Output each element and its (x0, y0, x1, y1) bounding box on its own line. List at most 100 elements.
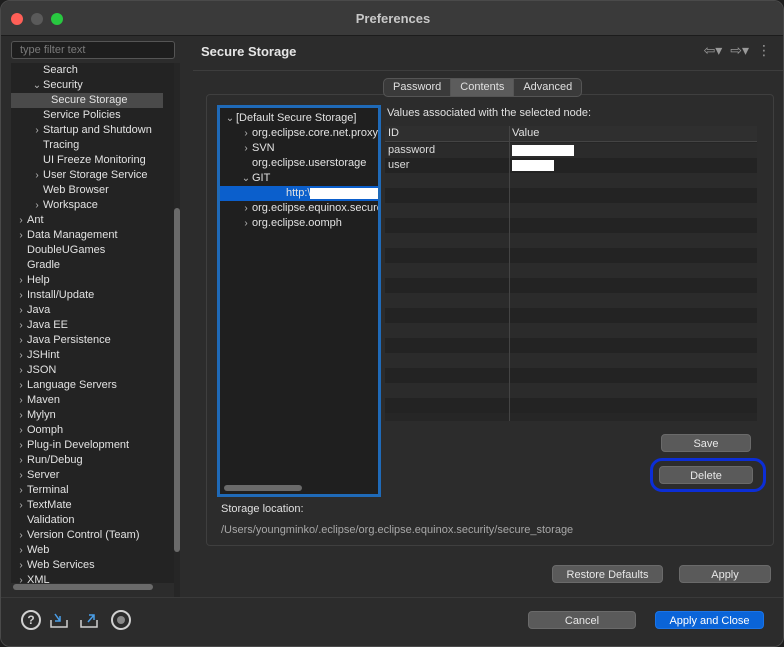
table-row[interactable] (385, 323, 757, 338)
sidebar-item-java[interactable]: › Java (15, 303, 50, 318)
table-row[interactable] (385, 293, 757, 308)
node-tree-item[interactable]: › org.eclipse.oomph (240, 216, 342, 231)
chevron-right-icon[interactable]: › (240, 201, 252, 216)
sidebar-horizontal-scrollbar[interactable] (13, 584, 153, 590)
table-row[interactable] (385, 188, 757, 203)
chevron-right-icon[interactable]: › (240, 126, 252, 141)
node-tree-item[interactable]: › SVN (240, 141, 274, 156)
table-row[interactable] (385, 383, 757, 398)
chevron-right-icon[interactable]: › (15, 348, 27, 363)
sidebar-item-security[interactable]: ⌄ Security (31, 78, 83, 93)
chevron-right-icon[interactable]: › (15, 438, 27, 453)
table-row[interactable] (385, 203, 757, 218)
filter-input[interactable]: type filter text (11, 41, 175, 59)
sidebar-item-version-control-team[interactable]: › Version Control (Team) (15, 528, 139, 543)
table-row[interactable] (385, 353, 757, 368)
table-row[interactable] (385, 248, 757, 263)
node-tree-item[interactable]: › org.eclipse.core.net.proxy (240, 126, 378, 141)
table-row[interactable] (385, 308, 757, 323)
sidebar-item-xml[interactable]: › XML (15, 573, 49, 583)
sidebar-item-validation[interactable]: Validation (15, 513, 75, 528)
sidebar-item-help[interactable]: › Help (15, 273, 49, 288)
sidebar-item-jshint[interactable]: › JSHint (15, 348, 59, 363)
chevron-right-icon[interactable]: › (15, 498, 27, 513)
chevron-right-icon[interactable]: › (15, 453, 27, 468)
sidebar-item-gradle[interactable]: Gradle (15, 258, 60, 273)
table-row[interactable] (385, 278, 757, 293)
import-icon[interactable] (49, 610, 69, 630)
chevron-down-icon[interactable]: ⌄ (240, 171, 252, 186)
table-row[interactable] (385, 368, 757, 383)
chevron-right-icon[interactable]: › (15, 423, 27, 438)
node-tree-item[interactable]: ⌄ [Default Secure Storage] (224, 111, 357, 126)
chevron-right-icon[interactable]: › (15, 393, 27, 408)
chevron-right-icon[interactable]: › (15, 213, 27, 228)
cancel-button[interactable]: Cancel (528, 611, 636, 629)
tab-advanced[interactable]: Advanced (514, 79, 581, 96)
chevron-right-icon[interactable]: › (15, 543, 27, 558)
help-icon[interactable]: ? (21, 610, 41, 630)
chevron-right-icon[interactable]: › (15, 558, 27, 573)
chevron-right-icon[interactable]: › (15, 333, 27, 348)
table-row[interactable] (385, 173, 757, 188)
sidebar-item-ui-freeze-monitoring[interactable]: UI Freeze Monitoring (31, 153, 146, 168)
node-tree-item[interactable]: http:\ (256, 186, 378, 201)
apply-button[interactable]: Apply (679, 565, 771, 583)
table-row[interactable] (385, 338, 757, 353)
chevron-right-icon[interactable]: › (15, 228, 27, 243)
table-row[interactable]: user (385, 158, 757, 173)
sidebar-item-user-storage-service[interactable]: › User Storage Service (31, 168, 147, 183)
tab-contents[interactable]: Contents (451, 79, 515, 96)
sidebar-item-workspace[interactable]: › Workspace (31, 198, 98, 213)
chevron-right-icon[interactable]: › (15, 273, 27, 288)
sidebar-item-web-services[interactable]: › Web Services (15, 558, 94, 573)
chevron-right-icon[interactable]: › (15, 528, 27, 543)
export-icon[interactable] (79, 610, 99, 630)
chevron-right-icon[interactable]: › (15, 573, 27, 583)
sidebar-item-doubleugames[interactable]: DoubleUGames (15, 243, 105, 258)
chevron-right-icon[interactable]: › (15, 483, 27, 498)
table-row[interactable] (385, 233, 757, 248)
save-button[interactable]: Save (661, 434, 751, 452)
sidebar-item-install-update[interactable]: › Install/Update (15, 288, 94, 303)
sidebar-item-java-ee[interactable]: › Java EE (15, 318, 68, 333)
chevron-right-icon[interactable]: › (15, 318, 27, 333)
chevron-down-icon[interactable]: ⌄ (31, 78, 43, 93)
sidebar-item-web-browser[interactable]: Web Browser (31, 183, 109, 198)
sidebar-item-secure-storage[interactable]: Secure Storage (39, 93, 127, 108)
node-tree-item[interactable]: org.eclipse.userstorage (240, 156, 366, 171)
record-icon[interactable] (111, 610, 131, 630)
sidebar-item-language-servers[interactable]: › Language Servers (15, 378, 117, 393)
forward-arrow-icon[interactable]: ⇨▾ (730, 42, 749, 59)
node-tree-horizontal-scrollbar[interactable] (224, 485, 302, 491)
chevron-right-icon[interactable]: › (15, 303, 27, 318)
scrollbar-thumb[interactable] (174, 208, 180, 552)
table-row[interactable] (385, 218, 757, 233)
delete-button[interactable]: Delete (659, 466, 753, 484)
table-row[interactable] (385, 263, 757, 278)
sidebar-item-tracing[interactable]: Tracing (31, 138, 79, 153)
chevron-right-icon[interactable]: › (240, 141, 252, 156)
back-arrow-icon[interactable]: ⇦▾ (703, 42, 722, 59)
restore-defaults-button[interactable]: Restore Defaults (552, 565, 663, 583)
chevron-right-icon[interactable]: › (31, 123, 43, 138)
sidebar-item-mylyn[interactable]: › Mylyn (15, 408, 55, 423)
chevron-right-icon[interactable]: › (31, 198, 43, 213)
sidebar-item-search[interactable]: Search (31, 63, 78, 78)
sidebar-item-service-policies[interactable]: Service Policies (31, 108, 121, 123)
sidebar-item-maven[interactable]: › Maven (15, 393, 60, 408)
chevron-right-icon[interactable]: › (31, 168, 43, 183)
sidebar-item-ant[interactable]: › Ant (15, 213, 43, 228)
sidebar-item-textmate[interactable]: › TextMate (15, 498, 71, 513)
chevron-right-icon[interactable]: › (240, 216, 252, 231)
chevron-down-icon[interactable]: ⌄ (224, 111, 236, 126)
apply-and-close-button[interactable]: Apply and Close (655, 611, 764, 629)
column-header-value[interactable]: Value (512, 127, 539, 139)
column-header-id[interactable]: ID (388, 127, 399, 139)
chevron-right-icon[interactable]: › (15, 468, 27, 483)
table-row[interactable]: password (385, 143, 757, 158)
sidebar-vertical-scrollbar[interactable] (174, 63, 180, 613)
sidebar-item-run-debug[interactable]: › Run/Debug (15, 453, 82, 468)
chevron-right-icon[interactable]: › (15, 288, 27, 303)
sidebar-item-web[interactable]: › Web (15, 543, 49, 558)
